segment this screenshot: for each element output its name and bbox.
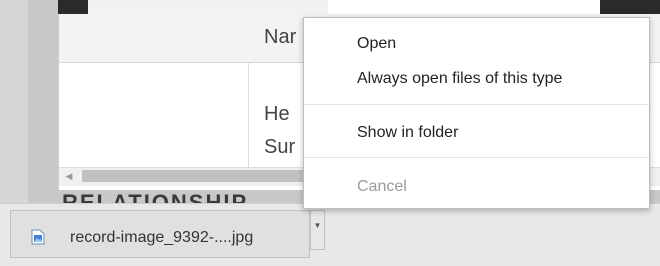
scrollbar-thumb[interactable] (82, 170, 312, 182)
menu-separator (304, 157, 649, 158)
top-light-bar (88, 0, 328, 14)
column-header-name[interactable]: Nar (264, 26, 296, 49)
column-divider (248, 62, 249, 170)
menu-separator (304, 104, 649, 105)
top-dark-bar-right (600, 0, 660, 14)
scroll-left-arrow-icon[interactable]: ◀ (62, 169, 76, 183)
menu-item-cancel: Cancel (357, 178, 407, 195)
table-cell: Sur (264, 136, 296, 158)
table-cell: He (264, 103, 290, 125)
context-menu (303, 17, 650, 209)
image-file-icon (31, 229, 45, 245)
chevron-down-icon[interactable]: ▼ (310, 210, 325, 250)
section-heading: RELATIONSHIP (62, 190, 249, 203)
download-filename[interactable]: record-image_9392-....jpg (70, 229, 253, 247)
top-dark-bar (58, 0, 88, 14)
menu-item-show-in-folder[interactable]: Show in folder (357, 124, 458, 142)
left-strip (0, 0, 29, 203)
menu-item-always-open[interactable]: Always open files of this type (357, 70, 562, 88)
menu-item-open[interactable]: Open (357, 35, 396, 53)
